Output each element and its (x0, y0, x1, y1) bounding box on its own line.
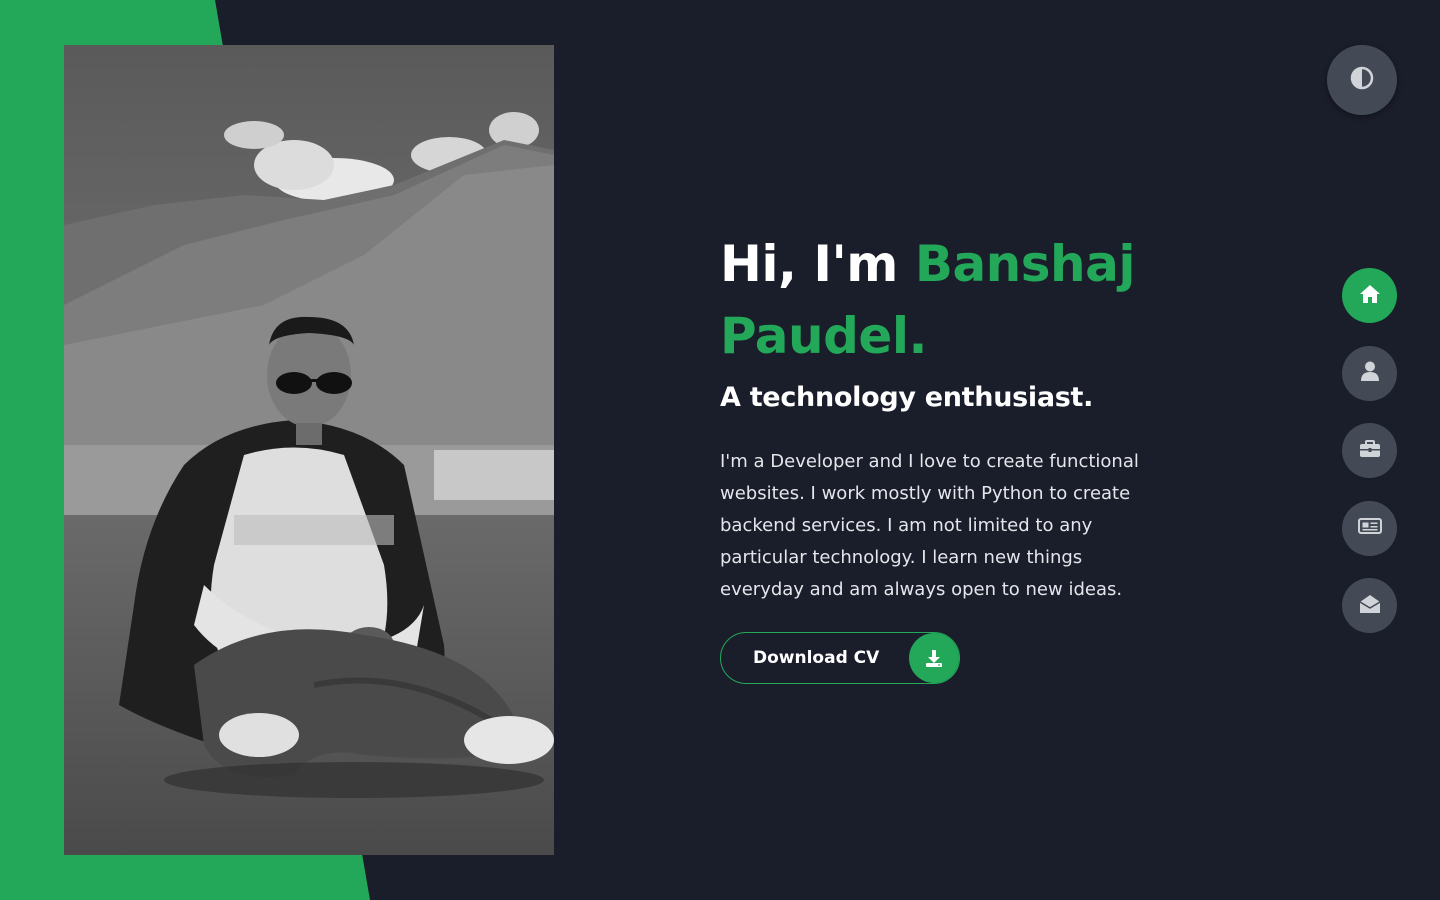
portfolio-home-page: Hi, I'm Banshaj Paudel. A technology ent… (0, 0, 1440, 900)
name-last: Paudel. (720, 307, 927, 365)
nav-item-home[interactable] (1342, 268, 1397, 323)
hero-section: Hi, I'm Banshaj Paudel. A technology ent… (720, 228, 1180, 684)
download-cv-label: Download CV (753, 648, 880, 668)
download-icon (909, 633, 959, 683)
briefcase-icon (1359, 439, 1381, 462)
nav-item-contact[interactable] (1342, 578, 1397, 633)
download-cv-button[interactable]: Download CV (720, 632, 960, 684)
tagline: A technology enthusiast. (720, 382, 1094, 413)
theme-toggle-button[interactable] (1327, 45, 1397, 115)
bio-text: I'm a Developer and I love to create fun… (720, 451, 1139, 600)
nav-item-blog[interactable] (1342, 500, 1397, 556)
profile-photo (64, 45, 554, 855)
nav-item-about[interactable] (1342, 345, 1397, 401)
user-icon (1360, 361, 1379, 385)
name-first: Banshaj (914, 235, 1136, 293)
newspaper-icon (1357, 517, 1382, 539)
home-icon (1359, 284, 1381, 308)
nav-item-portfolio[interactable] (1342, 423, 1397, 478)
side-navigation (1342, 268, 1397, 656)
greeting-text: Hi, I'm (720, 235, 898, 293)
contrast-icon (1350, 66, 1374, 94)
envelope-open-icon (1359, 594, 1381, 618)
hero-heading: Hi, I'm Banshaj Paudel. (720, 228, 1180, 372)
